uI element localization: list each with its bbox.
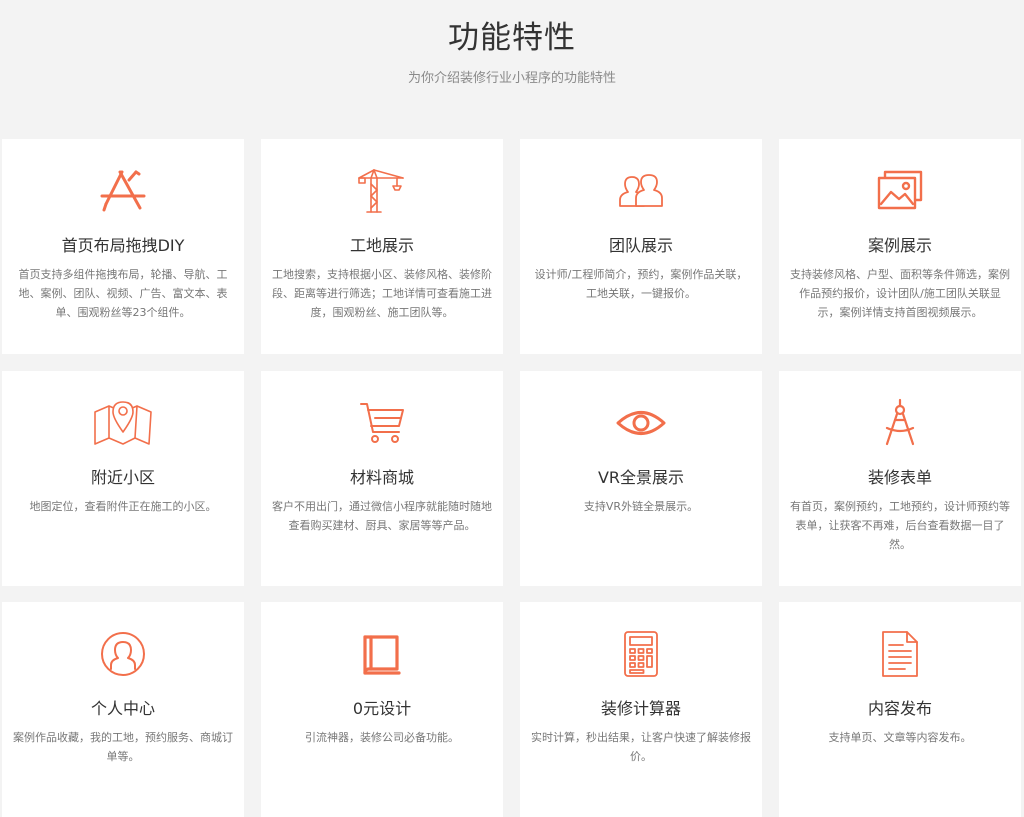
crane-icon (261, 165, 503, 217)
feature-card-personal-center[interactable]: 个人中心 案例作品收藏，我的工地，预约服务、商城订单等。 (2, 602, 244, 817)
feature-card-content-publish[interactable]: 内容发布 支持单页、文章等内容发布。 (779, 602, 1021, 817)
feature-title: 案例展示 (867, 236, 932, 255)
feature-title: 团队展示 (608, 236, 673, 255)
feature-desc: 有首页，案例预约，工地预约，设计师预约等表单，让获客不再难，后台查看数据一目了然… (790, 500, 1010, 551)
feature-title: 内容发布 (867, 699, 932, 718)
feature-desc: 客户不用出门，通过微信小程序就能随时随地查看购买建材、厨具、家居等等产品。 (272, 500, 492, 532)
user-circle-icon (2, 628, 244, 680)
feature-desc: 支持装修风格、户型、面积等条件筛选，案例作品预约报价，设计团队/施工团队关联显示… (790, 268, 1010, 319)
page-title: 功能特性 (448, 20, 576, 56)
feature-desc: 支持VR外链全景展示。 (583, 500, 699, 513)
feature-title: 工地展示 (349, 236, 414, 255)
feature-card-form[interactable]: 装修表单 有首页，案例预约，工地预约，设计师预约等表单，让获客不再难，后台查看数… (779, 371, 1021, 586)
feature-card-diy-layout[interactable]: 首页布局拖拽DIY 首页支持多组件拖拽布局，轮播、导航、工地、案例、团队、视频、… (2, 139, 244, 354)
compass-icon (779, 397, 1021, 449)
book-icon (261, 628, 503, 680)
feature-desc: 设计师/工程师简介，预约，案例作品关联，工地关联，一键报价。 (534, 268, 748, 300)
feature-title: 0元设计 (352, 699, 412, 718)
feature-desc: 案例作品收藏，我的工地，预约服务、商城订单等。 (13, 731, 233, 763)
feature-card-vr[interactable]: VR全景展示 支持VR外链全景展示。 (520, 371, 762, 586)
feature-desc: 支持单页、文章等内容发布。 (828, 731, 972, 744)
app-store-icon (2, 165, 244, 217)
map-location-icon (2, 397, 244, 449)
team-icon (520, 165, 762, 217)
feature-title: 个人中心 (90, 699, 155, 718)
document-icon (779, 628, 1021, 680)
eye-icon (520, 397, 762, 449)
feature-desc: 引流神器，装修公司必备功能。 (305, 731, 459, 744)
feature-grid: 首页布局拖拽DIY 首页支持多组件拖拽布局，轮播、导航、工地、案例、团队、视频、… (2, 139, 1024, 817)
shopping-cart-icon (261, 397, 503, 449)
feature-card-construction-site[interactable]: 工地展示 工地搜索，支持根据小区、装修风格、装修阶段、距离等进行筛选；工地详情可… (261, 139, 503, 354)
feature-card-cases[interactable]: 案例展示 支持装修风格、户型、面积等条件筛选，案例作品预约报价，设计团队/施工团… (779, 139, 1021, 354)
feature-desc: 实时计算，秒出结果，让客户快速了解装修报价。 (531, 731, 751, 763)
gallery-icon (779, 165, 1021, 217)
feature-title: 材料商城 (349, 468, 414, 487)
feature-desc: 首页支持多组件拖拽布局，轮播、导航、工地、案例、团队、视频、广告、富文本、表单、… (18, 268, 228, 319)
feature-title: VR全景展示 (597, 468, 685, 487)
feature-card-calculator[interactable]: 装修计算器 实时计算，秒出结果，让客户快速了解装修报价。 (520, 602, 762, 817)
feature-card-team[interactable]: 团队展示 设计师/工程师简介，预约，案例作品关联，工地关联，一键报价。 (520, 139, 762, 354)
feature-card-nearby[interactable]: 附近小区 地图定位，查看附件正在施工的小区。 (2, 371, 244, 586)
feature-desc: 地图定位，查看附件正在施工的小区。 (29, 500, 217, 513)
calculator-icon (520, 628, 762, 680)
feature-title: 装修表单 (867, 468, 932, 487)
feature-desc: 工地搜索，支持根据小区、装修风格、装修阶段、距离等进行筛选；工地详情可查看施工进… (272, 268, 492, 319)
feature-title: 首页布局拖拽DIY (61, 236, 185, 255)
page-subtitle: 为你介绍装修行业小程序的功能特性 (407, 71, 616, 86)
feature-title: 附近小区 (90, 468, 155, 487)
feature-card-free-design[interactable]: 0元设计 引流神器，装修公司必备功能。 (261, 602, 503, 817)
feature-card-mall[interactable]: 材料商城 客户不用出门，通过微信小程序就能随时随地查看购买建材、厨具、家居等等产… (261, 371, 503, 586)
feature-title: 装修计算器 (600, 699, 681, 718)
